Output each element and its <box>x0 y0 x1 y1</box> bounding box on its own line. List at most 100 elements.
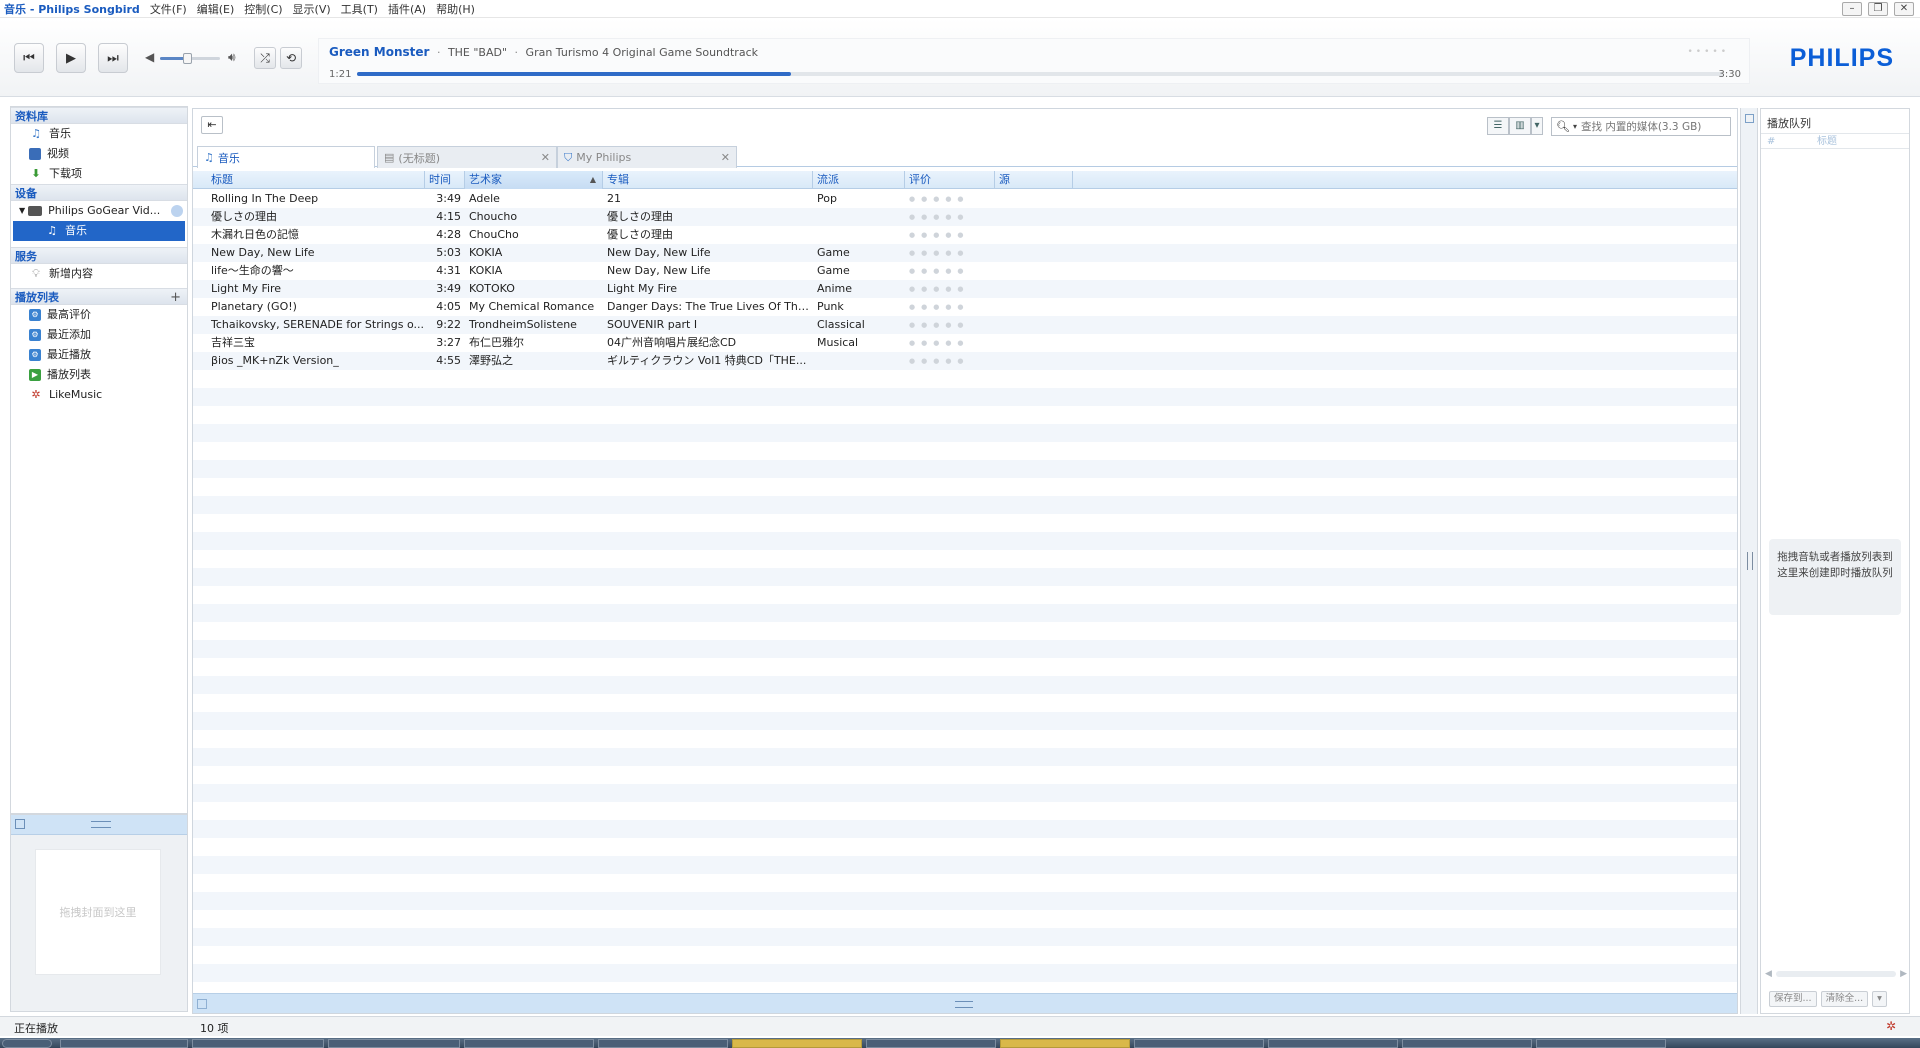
search-input[interactable] <box>1580 120 1721 133</box>
volume-max-icon[interactable]: 🔊︎ <box>228 50 236 65</box>
volume-slider[interactable] <box>160 53 220 64</box>
menu-edit[interactable]: 编辑(E) <box>197 1 235 17</box>
scroll-left-icon[interactable]: ◀ <box>1765 969 1772 979</box>
rating-stars[interactable]: ●●●●● <box>905 190 995 208</box>
taskbar-item[interactable] <box>464 1039 594 1048</box>
rating-stars[interactable]: ●●●●● <box>905 244 995 262</box>
sidebar-item-downloads[interactable]: ⬇ 下载项 <box>11 164 187 184</box>
resize-grip[interactable] <box>1747 552 1753 570</box>
sidebar-item-recently-added[interactable]: ⚙ 最近添加 <box>11 325 187 345</box>
sidebar-item-recently-played[interactable]: ⚙ 最近播放 <box>11 345 187 365</box>
table-row[interactable]: 木漏れ日色の記憶 4:28 ChouCho 優しさの理由 ●●●●● <box>193 226 1737 244</box>
start-button[interactable] <box>2 1039 52 1048</box>
scroll-right-icon[interactable]: ▶ <box>1900 969 1907 979</box>
tab-music[interactable]: ♫ 音乐 <box>197 146 375 168</box>
back-button[interactable]: ⇤ <box>201 116 223 134</box>
next-track-button[interactable]: ⏭ <box>98 43 128 73</box>
play-button[interactable]: ▶ <box>56 43 86 73</box>
search-engine-dropdown-icon[interactable]: ▾ <box>1573 122 1577 131</box>
table-row[interactable]: Rolling In The Deep 3:49 Adele 21 Pop ●●●●● <box>193 190 1737 208</box>
view-dropdown-button[interactable]: ▾ <box>1531 117 1543 135</box>
close-window-button[interactable]: ✕ <box>1894 2 1914 16</box>
close-icon[interactable]: ✕ <box>721 151 730 164</box>
volume-mute-icon[interactable]: ◀ <box>145 50 154 64</box>
taskbar-item[interactable] <box>732 1039 862 1048</box>
sidebar-item-video[interactable]: 视频 <box>11 144 187 164</box>
close-icon[interactable]: ✕ <box>541 151 550 164</box>
queue-splitter[interactable] <box>1740 108 1758 1014</box>
resize-grip[interactable] <box>91 821 111 828</box>
column-title[interactable]: 标题 <box>207 171 425 189</box>
list-view-button[interactable]: ☰ <box>1487 117 1509 135</box>
rating-stars[interactable]: ●●●●● <box>905 280 995 298</box>
sidebar-item-music[interactable]: ♫ 音乐 <box>11 124 187 144</box>
rating-stars[interactable]: ●●●●● <box>905 262 995 280</box>
sidebar-item-playlist[interactable]: ▶ 播放列表 <box>11 365 187 385</box>
taskbar-item[interactable] <box>328 1039 460 1048</box>
taskbar-item[interactable] <box>1268 1039 1398 1048</box>
rating-stars[interactable]: ●●●●● <box>905 208 995 226</box>
taskbar-item[interactable] <box>60 1039 188 1048</box>
pane-toggle-icon[interactable] <box>15 819 25 829</box>
repeat-button[interactable]: ⟲ <box>280 47 302 69</box>
table-row[interactable]: Tchaikovsky, SERENADE for Strings o... 9:… <box>193 316 1737 334</box>
rating-stars[interactable]: ●●●●● <box>905 298 995 316</box>
restore-button[interactable]: ❐ <box>1868 2 1888 16</box>
clear-queue-button[interactable]: 清除全... <box>1820 991 1869 1007</box>
now-playing-album[interactable]: Gran Turismo 4 Original Game Soundtrack <box>526 46 758 59</box>
column-artist[interactable]: 艺术家 ▲ <box>465 171 603 189</box>
add-playlist-icon[interactable]: + <box>170 289 181 306</box>
queue-column-title[interactable]: 标题 <box>1817 134 1837 150</box>
resize-grip[interactable] <box>955 1001 973 1008</box>
pane-toggle-icon[interactable] <box>197 999 207 1009</box>
sidebar-item-device[interactable]: ▼ Philips GoGear Vid... <box>11 201 187 221</box>
shuffle-button[interactable]: ⤮ <box>254 47 276 69</box>
queue-toggle-icon[interactable] <box>1745 114 1754 123</box>
now-playing-title[interactable]: Green Monster <box>329 45 429 59</box>
menu-tools[interactable]: 工具(T) <box>341 1 378 17</box>
taskbar-item[interactable] <box>1134 1039 1264 1048</box>
menu-control[interactable]: 控制(C) <box>244 1 282 17</box>
column-source[interactable]: 源 <box>995 171 1073 189</box>
rating-stars[interactable]: ●●●●● <box>905 316 995 334</box>
column-genre[interactable]: 流派 <box>813 171 905 189</box>
table-row[interactable]: 吉祥三宝 3:27 布仁巴雅尔 04广州音响唱片展纪念CD Musical ●●●●● <box>193 334 1737 352</box>
queue-column-number[interactable]: # <box>1767 134 1775 150</box>
table-row[interactable]: Planetary (GO!) 4:05 My Chemical Romance Da… <box>193 298 1737 316</box>
songbird-icon[interactable]: ✲ <box>1886 1019 1896 1033</box>
menu-help[interactable]: 帮助(H) <box>436 1 475 17</box>
rating-stars[interactable]: ●●●●● <box>905 226 995 244</box>
column-time[interactable]: 时间 <box>425 171 465 189</box>
album-art-drop-zone[interactable]: 拖拽封面到这里 <box>35 849 161 975</box>
prev-track-button[interactable]: ⏮ <box>14 43 44 73</box>
search-field[interactable]: 🔍︎ ▾ <box>1551 117 1731 136</box>
minimize-button[interactable]: – <box>1842 2 1862 16</box>
sidebar-item-likemusic[interactable]: ✲ LikeMusic <box>11 385 187 405</box>
column-album[interactable]: 专辑 <box>603 171 813 189</box>
rating-stars[interactable]: ●●●●● <box>905 352 995 370</box>
expand-arrow-icon[interactable]: ▼ <box>19 201 25 221</box>
rating-stars[interactable]: ••••• <box>1687 47 1729 57</box>
taskbar-item[interactable] <box>192 1039 324 1048</box>
save-queue-button[interactable]: 保存到... <box>1769 991 1817 1007</box>
volume-thumb[interactable] <box>183 53 192 64</box>
filter-view-button[interactable]: ▥ <box>1509 117 1531 135</box>
column-rating[interactable]: 评价 <box>905 171 995 189</box>
scroll-track[interactable] <box>1775 971 1897 977</box>
tab-untitled[interactable]: ▤ (无标题) ✕ <box>377 146 557 168</box>
seek-bar[interactable] <box>357 72 1723 76</box>
tab-my-philips[interactable]: ⛉ My Philips ✕ <box>557 146 737 168</box>
table-row[interactable]: New Day, New Life 5:03 KOKIA New Day, New L… <box>193 244 1737 262</box>
sidebar-item-new-content[interactable]: 💡︎ 新增内容 <box>11 264 187 284</box>
queue-menu-button[interactable]: ▾ <box>1872 991 1887 1007</box>
taskbar-item[interactable] <box>866 1039 996 1048</box>
table-row[interactable]: βios _MK+nZk Version_ 4:55 澤野弘之 ギルティクラウン Vo… <box>193 352 1737 370</box>
menu-addons[interactable]: 插件(A) <box>388 1 426 17</box>
rating-stars[interactable]: ●●●●● <box>905 334 995 352</box>
table-row[interactable]: life～生命の響～ 4:31 KOKIA New Day, New Life Game… <box>193 262 1737 280</box>
table-row[interactable]: Light My Fire 3:49 KOTOKO Light My Fire Anim… <box>193 280 1737 298</box>
queue-scrollbar[interactable]: ◀ ▶ <box>1765 969 1907 979</box>
sidebar-item-top-rated[interactable]: ⚙ 最高评价 <box>11 305 187 325</box>
table-row[interactable]: 優しさの理由 4:15 Choucho 優しさの理由 ●●●●● <box>193 208 1737 226</box>
taskbar-item[interactable] <box>598 1039 728 1048</box>
